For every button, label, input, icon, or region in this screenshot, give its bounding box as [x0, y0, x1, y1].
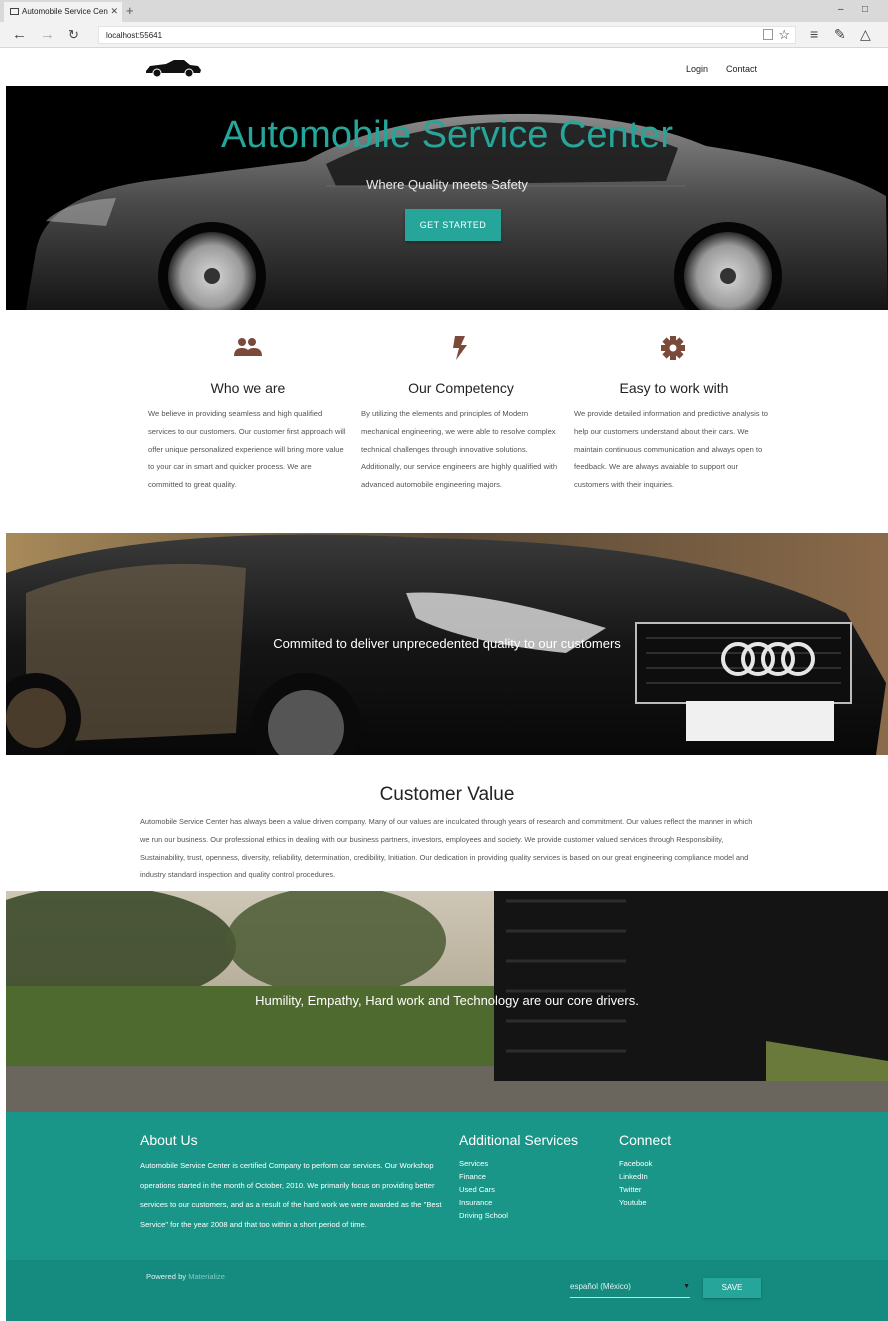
lightning-bolt-icon	[453, 336, 467, 360]
hero-banner: Automobile Service Center Where Quality …	[6, 86, 888, 310]
nav-contact-link[interactable]: Contact	[726, 64, 757, 74]
additional-services-list: Services Finance Used Cars Insurance Dri…	[459, 1157, 508, 1222]
connect-heading: Connect	[619, 1132, 672, 1148]
feature-text: We believe in providing seamless and hig…	[148, 409, 346, 490]
nav-login-link[interactable]: Login	[686, 64, 708, 74]
feature-title: Our Competency	[408, 380, 514, 396]
footer-link-twitter[interactable]: Twitter	[619, 1183, 652, 1196]
about-us-heading: About Us	[140, 1132, 198, 1148]
url-field[interactable]: localhost:55641 ☆	[98, 26, 796, 44]
parallax-quality-text: Commited to deliver unprecedented qualit…	[273, 636, 621, 651]
feature-text: We provide detailed information and pred…	[574, 409, 769, 490]
footer-link-finance[interactable]: Finance	[459, 1170, 508, 1183]
people-icon	[234, 338, 262, 356]
connect-list: Facebook LinkedIn Twitter Youtube	[619, 1157, 652, 1209]
save-button[interactable]: SAVE	[703, 1278, 761, 1298]
web-note-icon[interactable]: ✎	[834, 26, 846, 43]
get-started-button[interactable]: GET STARTED	[405, 209, 501, 241]
browser-tab-strip: Automobile Service Cen ✕ + – □	[0, 0, 888, 22]
browser-tab[interactable]: Automobile Service Cen ✕	[4, 2, 122, 22]
share-icon[interactable]: △	[860, 26, 871, 43]
hub-icon[interactable]: ≡	[810, 26, 818, 42]
footer-copyright-bar: Powered by Materialize español (México) …	[6, 1260, 888, 1321]
parallax-core-drivers: Humility, Empathy, Hard work and Technol…	[6, 891, 888, 1112]
customer-value-text: Automobile Service Center has always bee…	[140, 817, 753, 880]
url-text: localhost:55641	[106, 31, 163, 40]
forward-arrow-icon[interactable]: →	[40, 26, 55, 43]
hero-subtitle: Where Quality meets Safety	[366, 177, 528, 192]
feature-title: Who we are	[210, 380, 286, 396]
parallax-quality: Commited to deliver unprecedented qualit…	[6, 533, 888, 755]
reading-view-icon[interactable]	[763, 29, 773, 40]
hero-title: Automobile Service Center	[221, 114, 673, 156]
materialize-link[interactable]: Materialize	[188, 1272, 225, 1281]
favorite-star-icon[interactable]: ☆	[778, 27, 790, 43]
footer-link-linkedin[interactable]: LinkedIn	[619, 1170, 652, 1183]
site-navbar: Login Contact	[6, 50, 888, 86]
footer-link-services[interactable]: Services	[459, 1157, 508, 1170]
customer-value-title: Customer Value	[379, 784, 515, 805]
address-bar-row: ← → ↻ localhost:55641 ☆ ≡ ✎ △	[0, 22, 888, 48]
footer-link-facebook[interactable]: Facebook	[619, 1157, 652, 1170]
footer-link-used-cars[interactable]: Used Cars	[459, 1183, 508, 1196]
features-section: Who we are We believe in providing seaml…	[6, 310, 888, 533]
page-icon	[10, 8, 19, 15]
restore-icon[interactable]: □	[862, 4, 868, 15]
feature-title: Easy to work with	[619, 380, 729, 396]
feature-text: By utilizing the elements and principles…	[361, 409, 558, 490]
footer-link-driving-school[interactable]: Driving School	[459, 1209, 508, 1222]
about-us-text: Automobile Service Center is certified C…	[140, 1161, 442, 1229]
back-arrow-icon[interactable]: ←	[12, 26, 27, 43]
close-tab-icon[interactable]: ✕	[110, 6, 118, 17]
customer-value-section: Customer Value Automobile Service Center…	[6, 755, 888, 891]
car-logo-icon[interactable]	[144, 58, 202, 78]
powered-by-label: Powered by	[146, 1272, 187, 1281]
tab-title: Automobile Service Cen	[22, 7, 108, 16]
page-footer: About Us Automobile Service Center is ce…	[6, 1112, 888, 1321]
powered-by-text: Powered by Materialize	[146, 1272, 225, 1281]
new-tab-button[interactable]: +	[126, 3, 134, 18]
dropdown-caret-icon: ▼	[683, 1283, 690, 1290]
additional-services-heading: Additional Services	[459, 1132, 579, 1148]
refresh-icon[interactable]: ↻	[68, 27, 79, 43]
footer-link-youtube[interactable]: Youtube	[619, 1196, 652, 1209]
gear-icon	[661, 336, 685, 360]
parallax-core-drivers-text: Humility, Empathy, Hard work and Technol…	[255, 993, 639, 1008]
language-selected-value: español (México)	[570, 1282, 631, 1291]
language-select[interactable]: español (México) ▼	[570, 1278, 690, 1298]
minimize-icon[interactable]: –	[838, 4, 844, 15]
footer-link-insurance[interactable]: Insurance	[459, 1196, 508, 1209]
